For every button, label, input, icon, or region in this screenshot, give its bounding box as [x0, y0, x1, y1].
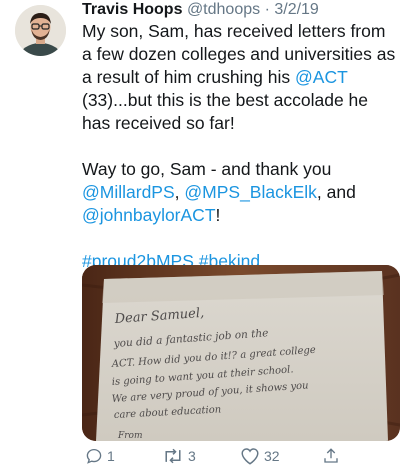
author-name[interactable]: Travis Hoops: [82, 1, 182, 18]
share-button[interactable]: [322, 447, 340, 465]
reply-icon: [86, 448, 102, 464]
retweet-button[interactable]: 3: [162, 447, 196, 465]
body-text-segment: My son, Sam, has received letters from a…: [82, 21, 396, 87]
share-icon: [324, 448, 338, 463]
like-count: 32: [264, 448, 280, 464]
note-line: From: [117, 431, 143, 441]
heart-icon: [241, 448, 259, 465]
header-separator: ·: [260, 1, 275, 18]
tweet-photo[interactable]: Dear Samuel, you did a fantastic job on …: [82, 265, 400, 441]
tweet-paragraph-2: Way to go, Sam - and thank you @MillardP…: [82, 158, 400, 227]
mention-johnbayloract[interactable]: @johnbaylorACT: [82, 205, 216, 225]
handwritten-note-image: Dear Samuel, you did a fantastic job on …: [82, 265, 400, 441]
tweet-paragraph-1: My son, Sam, has received letters from a…: [82, 20, 400, 135]
body-text-segment: (33)...but this is the best accolade he …: [82, 90, 368, 133]
mention-act[interactable]: @ACT: [295, 67, 347, 87]
body-text-segment: ,: [174, 182, 185, 202]
like-button[interactable]: 32: [240, 447, 280, 465]
retweet-count: 3: [188, 448, 196, 464]
author-handle[interactable]: @tdhoops: [187, 1, 260, 18]
reply-button[interactable]: 1: [85, 447, 115, 465]
mention-mps-blackelk[interactable]: @MPS_BlackElk: [184, 182, 317, 202]
avatar[interactable]: [15, 5, 66, 56]
tweet-actions: 1 3 32: [82, 447, 382, 473]
tweet-date[interactable]: 3/2/19: [274, 1, 318, 18]
body-text-segment: Way to go, Sam - and thank you: [82, 159, 332, 179]
reply-count: 1: [107, 448, 115, 464]
mention-millardps[interactable]: @MillardPS: [82, 182, 175, 202]
body-text-segment: , and: [316, 182, 356, 202]
retweet-icon: [165, 448, 181, 464]
tweet-header: Travis Hoops @tdhoops · 3/2/19: [82, 0, 319, 22]
body-text-segment: !: [215, 205, 221, 225]
tweet-body: My son, Sam, has received letters from a…: [82, 20, 400, 273]
profile-photo: [15, 5, 66, 56]
